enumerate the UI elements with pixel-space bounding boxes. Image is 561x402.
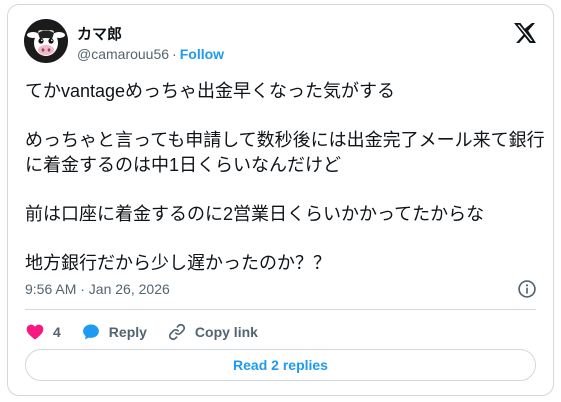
reply-label: Reply [108, 324, 147, 340]
reply-button[interactable]: Reply [81, 322, 147, 342]
link-icon [168, 323, 185, 341]
separator: · [172, 46, 177, 62]
tweet-paragraph: めっちゃと言っても申請して数秒後には出金完了メール来て銀行に着金するのは中1日く… [25, 130, 545, 175]
copy-link-label: Copy link [194, 324, 258, 340]
display-name[interactable]: カマ郎 [77, 23, 122, 44]
cow-avatar-icon [24, 19, 68, 63]
action-bar: 4 Reply Copy link [25, 320, 278, 344]
like-count: 4 [53, 324, 61, 340]
reply-bubble-icon [82, 324, 99, 340]
info-icon[interactable] [517, 279, 537, 299]
follow-button[interactable]: Follow [180, 46, 224, 62]
tweet-paragraph: 前は口座に着金するのに2営業日くらいかかってたからな [25, 204, 485, 224]
x-logo-icon[interactable] [513, 21, 537, 45]
tweet-paragraph: てかvantageめっちゃ出金早くなった気がする [25, 81, 396, 101]
like-button[interactable]: 4 [25, 322, 61, 342]
copy-link-button[interactable]: Copy link [167, 322, 258, 342]
tweet-card: カマ郎 @camarouu56 · Follow てかvantageめっちゃ出金早く… [7, 4, 554, 396]
heart-icon [26, 324, 44, 340]
tweet-text: てかvantageめっちゃ出金早くなった気がする めっちゃと言っても申請して数秒… [25, 79, 545, 300]
read-replies-label: Read 2 replies [233, 357, 328, 373]
read-replies-button[interactable]: Read 2 replies [25, 349, 536, 381]
tweet-paragraph: 地方銀行だから少し遅かったのか？？ [25, 253, 331, 273]
divider [25, 309, 536, 310]
user-handle[interactable]: @camarouu56 [77, 46, 169, 62]
handle-row: @camarouu56 · Follow [77, 46, 224, 62]
tweet-timestamp[interactable]: 9:56 AM · Jan 26, 2026 [25, 281, 170, 297]
avatar[interactable] [24, 19, 68, 63]
